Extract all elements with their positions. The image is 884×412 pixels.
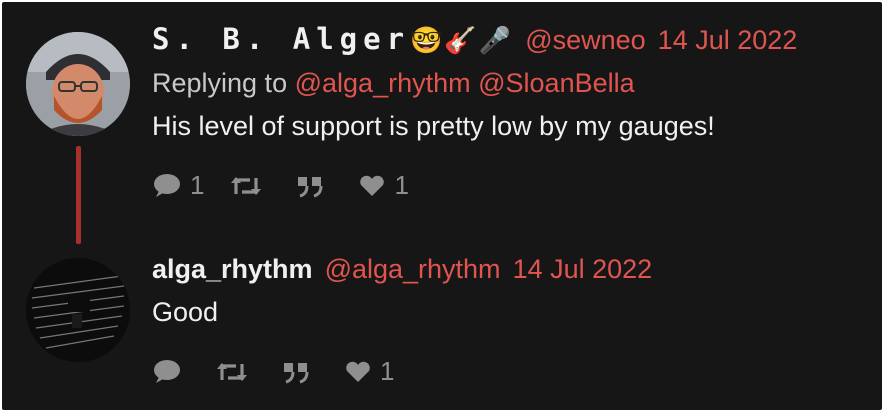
like-count: 1 (394, 170, 409, 200)
name-emojis: 🤓🎸🎤 (410, 26, 514, 56)
like-count: 1 (380, 356, 395, 386)
reply-button[interactable]: 1 (152, 170, 204, 201)
mention-link[interactable]: @alga_rhythm (295, 68, 471, 98)
tweet: alga_rhythm @alga_rhythm 14 Jul 2022 Goo… (152, 254, 882, 387)
display-name[interactable]: S. B. Alger (152, 22, 410, 56)
tweet-actions: 1 (152, 356, 882, 387)
like-button[interactable]: 1 (358, 170, 409, 201)
reply-count: 1 (190, 170, 205, 200)
retweet-icon (216, 360, 248, 384)
avatar[interactable] (26, 32, 130, 136)
replying-label: Replying to (152, 68, 288, 98)
quote-button[interactable] (282, 360, 318, 384)
tweet-text: His level of support is pretty low by my… (152, 111, 715, 141)
like-icon (358, 174, 386, 198)
user-handle[interactable]: @alga_rhythm (325, 254, 501, 285)
tweet-actions: 1 1 (152, 170, 882, 201)
reply-icon (152, 173, 182, 199)
retweet-button[interactable] (230, 174, 270, 198)
like-button[interactable]: 1 (344, 356, 394, 387)
tweet-date[interactable]: 14 Jul 2022 (658, 25, 798, 56)
tweet-header: alga_rhythm @alga_rhythm 14 Jul 2022 (152, 254, 882, 285)
quote-button[interactable] (296, 174, 332, 198)
quote-icon (296, 174, 324, 198)
mention-link[interactable]: @SloanBella (478, 68, 635, 98)
reply-icon (152, 359, 182, 385)
user-handle[interactable]: @sewneo (525, 25, 645, 56)
quote-icon (282, 360, 310, 384)
tweet-date[interactable]: 14 Jul 2022 (513, 254, 653, 285)
tweet-header: S. B. Alger 🤓🎸🎤 @sewneo 14 Jul 2022 (152, 22, 882, 56)
display-name[interactable]: alga_rhythm (152, 254, 313, 285)
tweet-text: Good (152, 297, 219, 327)
reply-button[interactable] (152, 359, 190, 385)
tweet: S. B. Alger 🤓🎸🎤 @sewneo 14 Jul 2022 Repl… (152, 22, 882, 201)
thread-connector (76, 146, 81, 244)
thread-card: S. B. Alger 🤓🎸🎤 @sewneo 14 Jul 2022 Repl… (2, 2, 882, 410)
retweet-icon (230, 174, 262, 198)
retweet-button[interactable] (216, 360, 256, 384)
replying-to: Replying to @alga_rhythm @SloanBella (152, 68, 882, 99)
like-icon (344, 360, 372, 384)
avatar[interactable] (26, 258, 130, 362)
